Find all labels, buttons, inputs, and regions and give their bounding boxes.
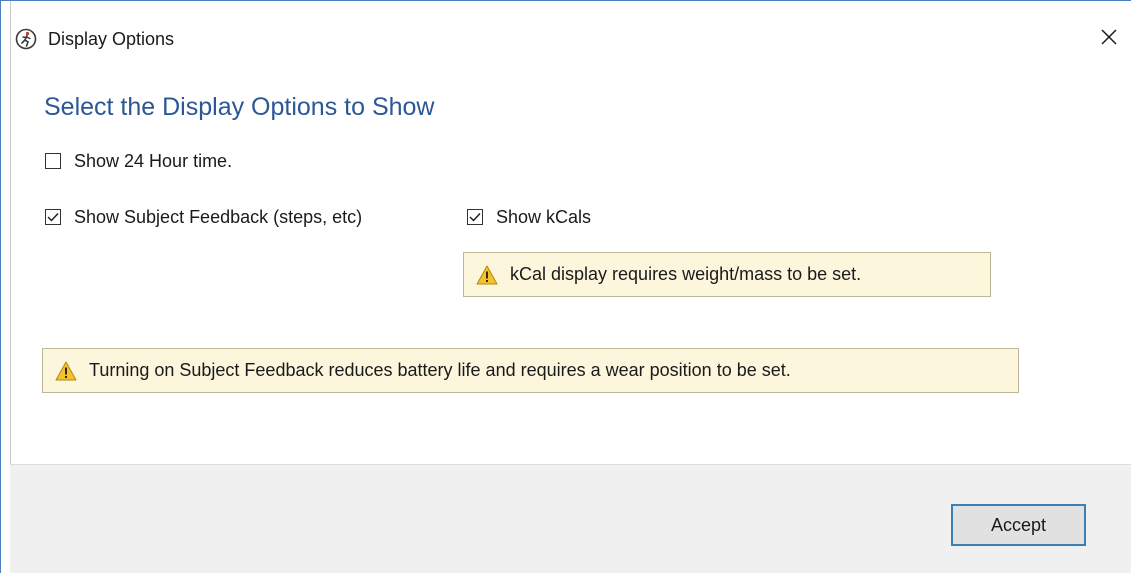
- title-bar[interactable]: Display Options: [1, 1, 1131, 50]
- running-figure-icon: [15, 28, 37, 50]
- checkbox-label: Show kCals: [496, 207, 592, 227]
- show-kcals-checkbox[interactable]: Show kCals: [467, 206, 591, 228]
- window-title: Display Options: [48, 29, 175, 49]
- warning-icon: [55, 361, 77, 381]
- checkbox-label: Show Subject Feedback (steps, etc): [74, 207, 363, 227]
- feedback-warning-banner: Turning on Subject Feedback reduces batt…: [42, 348, 1019, 393]
- page-heading: Select the Display Options to Show: [44, 93, 435, 121]
- show-subject-feedback-checkbox[interactable]: Show Subject Feedback (steps, etc): [45, 206, 362, 228]
- warning-text: kCal display requires weight/mass to be …: [510, 264, 862, 284]
- kcal-warning-banner: kCal display requires weight/mass to be …: [463, 252, 991, 297]
- checkmark-icon: [469, 213, 481, 222]
- close-icon: [1100, 28, 1118, 51]
- warning-text: Turning on Subject Feedback reduces batt…: [89, 360, 791, 380]
- close-button[interactable]: [1093, 23, 1125, 55]
- warning-icon: [476, 265, 498, 285]
- checkbox-unchecked[interactable]: [45, 153, 61, 169]
- checkbox-checked[interactable]: [467, 209, 483, 225]
- checkbox-label: Show 24 Hour time.: [74, 151, 233, 171]
- checkbox-checked[interactable]: [45, 209, 61, 225]
- checkmark-icon: [47, 213, 59, 222]
- dialog-window: Display Options Select the Display Optio…: [0, 0, 1131, 573]
- accept-button[interactable]: Accept: [951, 504, 1086, 546]
- show-24-hour-checkbox[interactable]: Show 24 Hour time.: [45, 150, 232, 172]
